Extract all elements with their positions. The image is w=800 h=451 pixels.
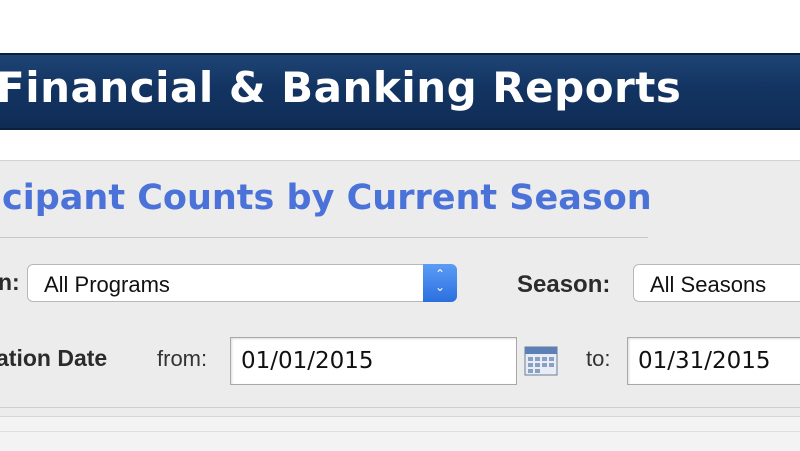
season-label: Season: xyxy=(517,271,611,298)
divider xyxy=(0,407,800,408)
from-date-input[interactable] xyxy=(230,337,517,385)
program-select[interactable]: All Programs ⌃ ⌄ xyxy=(27,264,457,302)
divider xyxy=(0,431,800,432)
up-down-chevron-icon[interactable]: ⌃ ⌄ xyxy=(423,264,457,302)
report-filter-panel: icipant Counts by Current Season n: All … xyxy=(0,160,800,416)
report-title: icipant Counts by Current Season xyxy=(0,178,652,218)
to-label: to: xyxy=(586,346,611,371)
header-bar: Financial & Banking Reports xyxy=(0,53,800,130)
title-divider xyxy=(0,237,648,238)
date-label: ation Date xyxy=(0,345,108,371)
to-date-input[interactable] xyxy=(627,337,800,385)
from-date-field[interactable] xyxy=(241,348,501,374)
from-label: from: xyxy=(157,346,208,371)
season-select-value: All Seasons xyxy=(650,272,767,297)
program-select-value: All Programs xyxy=(44,272,170,297)
page-title: Financial & Banking Reports xyxy=(0,63,682,112)
season-select[interactable]: All Seasons xyxy=(633,264,800,302)
bottom-panel xyxy=(0,416,800,451)
program-label: n: xyxy=(0,269,20,295)
calendar-icon[interactable] xyxy=(524,345,558,377)
to-date-field[interactable] xyxy=(638,348,800,374)
header-gap xyxy=(0,130,800,160)
